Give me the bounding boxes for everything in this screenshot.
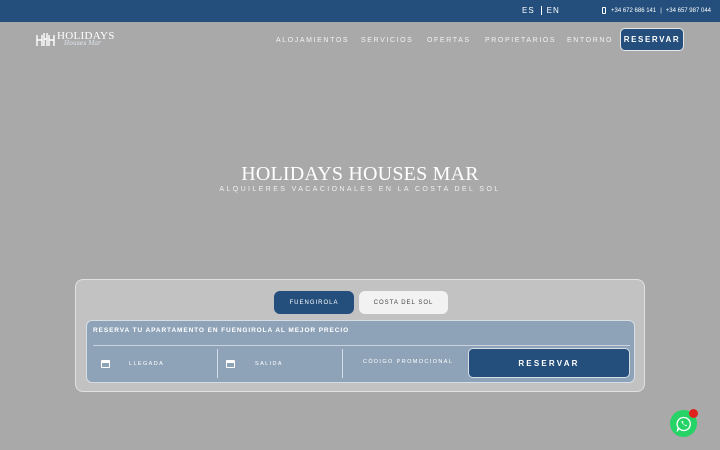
nav-item-propietarios[interactable]: PROPIETARIOS <box>485 37 556 44</box>
phone-divider: | <box>660 7 662 14</box>
nav-item-entorno[interactable]: ENTORNO <box>567 37 613 44</box>
phone-numbers: +34 672 686 141 | +34 657 987 044 <box>602 7 711 14</box>
main-navigation: ALOJAMIENTOS SERVICIOS OFERTAS PROPIETAR… <box>0 37 720 47</box>
arrival-date-field[interactable]: LLEGADA <box>93 349 218 378</box>
calendar-icon <box>101 360 110 368</box>
phone-link-2[interactable]: +34 657 987 044 <box>666 8 711 14</box>
mobile-phone-icon <box>602 7 606 14</box>
nav-item-servicios[interactable]: SERVICIOS <box>361 37 413 44</box>
form-divider <box>93 345 630 346</box>
hero-subtitle: ALQUILERES VACACIONALES EN LA COSTA DEL … <box>219 186 501 193</box>
arrival-label: LLEGADA <box>129 361 165 367</box>
top-bar: ES EN +34 672 686 141 | +34 657 987 044 <box>0 0 720 22</box>
whatsapp-icon <box>675 416 691 432</box>
departure-date-field[interactable]: SALIDA <box>218 349 343 378</box>
language-switcher: ES EN <box>522 6 560 15</box>
notification-dot-icon <box>689 409 698 418</box>
header-reserve-button[interactable]: RESERVAR <box>620 28 684 51</box>
booking-form-title: RESERVA TU APARTAMENTO EN FUENGIROLA AL … <box>93 327 350 334</box>
booking-panel: FUENGIROLA COSTA DEL SOL RESERVA TU APAR… <box>75 279 645 392</box>
lang-separator <box>540 6 542 15</box>
phone-link-1[interactable]: +34 672 686 141 <box>611 8 656 14</box>
calendar-icon <box>226 360 235 368</box>
lang-es-link[interactable]: ES <box>522 6 535 15</box>
nav-item-ofertas[interactable]: OFERTAS <box>427 37 471 44</box>
tab-fuengirola[interactable]: FUENGIROLA <box>274 291 354 314</box>
booking-form: RESERVA TU APARTAMENTO EN FUENGIROLA AL … <box>86 320 635 383</box>
booking-reserve-button[interactable]: RESERVAR <box>468 348 630 378</box>
promo-code-input[interactable]: CÓDIGO PROMOCIONAL <box>363 359 453 365</box>
tab-costa-del-sol[interactable]: COSTA DEL SOL <box>359 291 448 314</box>
nav-item-alojamientos[interactable]: ALOJAMIENTOS <box>276 37 349 44</box>
lang-en-link[interactable]: EN <box>547 6 560 15</box>
hero-title: HOLIDAYS HOUSES MAR <box>241 163 479 185</box>
departure-label: SALIDA <box>255 361 283 367</box>
